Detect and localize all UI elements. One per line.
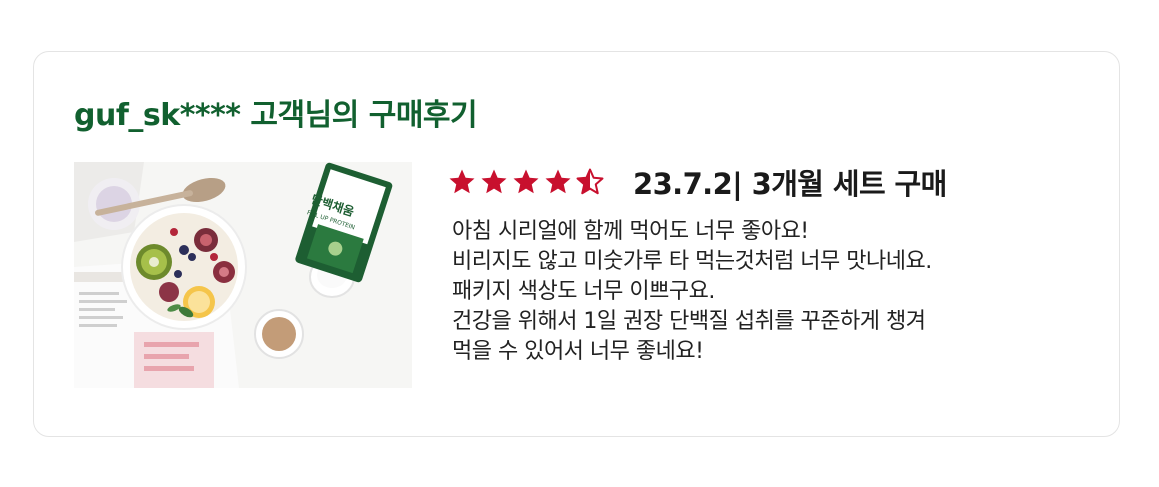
- half-star-icon: [576, 168, 604, 195]
- star-icon: [513, 169, 539, 194]
- rating-stars: [447, 167, 605, 197]
- star-icon: [449, 169, 475, 194]
- review-meta: 23.7.2| 3개월 세트 구매: [447, 162, 947, 202]
- star-icon: [481, 169, 507, 194]
- review-body: 아침 시리얼에 함께 먹어도 너무 좋아요! 비리지도 않고 미숫가루 타 먹는…: [452, 217, 1092, 367]
- review-line: 패키지 색상도 너무 이쁘구요.: [452, 279, 715, 304]
- review-line: 건강을 위해서 1일 권장 단백질 섭취를 꾸준하게 챙겨: [452, 309, 926, 334]
- review-line: 비리지도 않고 미숫가루 타 먹는것처럼 너무 맛나네요.: [452, 249, 932, 274]
- review-photo[interactable]: 단백채움 FILL UP PROTEIN: [74, 162, 412, 388]
- review-line: 아침 시리얼에 함께 먹어도 너무 좋아요!: [452, 219, 809, 244]
- review-card: guf_sk**** 고객님의 구매후기 단백채움 FILL UP PROTEI…: [33, 51, 1120, 437]
- review-line: 먹을 수 있어서 너무 좋네요!: [452, 339, 704, 364]
- review-title: guf_sk**** 고객님의 구매후기: [74, 98, 478, 133]
- review-date-purchase: 23.7.2| 3개월 세트 구매: [633, 167, 947, 201]
- star-icon: [545, 169, 571, 194]
- review-photo-illustration: 단백채움 FILL UP PROTEIN: [74, 162, 412, 388]
